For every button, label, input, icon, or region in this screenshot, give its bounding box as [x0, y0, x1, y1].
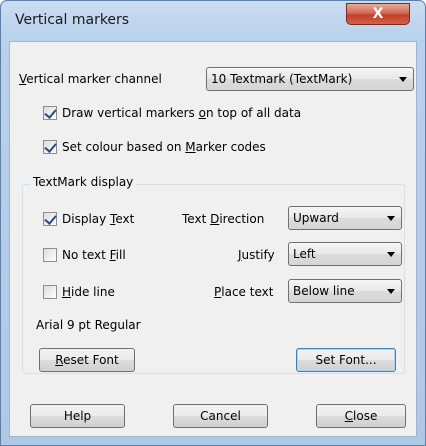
close-icon: X: [372, 6, 384, 22]
display-text-label[interactable]: Display Text: [62, 212, 134, 226]
dialog-body: Vertical marker channel 10 Textmark (Tex…: [9, 41, 417, 437]
draw-on-top-label[interactable]: Draw vertical markers on top of all data: [62, 106, 301, 120]
chevron-down-icon: [387, 289, 395, 294]
close-button[interactable]: Close: [316, 404, 406, 428]
channel-select[interactable]: 10 Textmark (TextMark): [206, 67, 414, 91]
colour-codes-label[interactable]: Set colour based on Marker codes: [62, 140, 266, 154]
title-bar[interactable]: Vertical markers X: [1, 1, 425, 41]
chevron-down-icon: [399, 77, 407, 82]
no-text-fill-label[interactable]: No text Fill: [62, 248, 126, 262]
place-text-value: Below line: [293, 284, 355, 298]
hide-line-checkbox[interactable]: [43, 285, 57, 299]
chevron-down-icon: [387, 216, 395, 221]
colour-codes-checkbox[interactable]: [43, 140, 57, 154]
no-text-fill-checkbox[interactable]: [43, 248, 57, 262]
chevron-down-icon: [387, 252, 395, 257]
channel-select-value: 10 Textmark (TextMark): [211, 72, 353, 86]
display-text-checkbox[interactable]: [43, 212, 57, 226]
justify-label: Justify: [238, 248, 275, 262]
place-text-label: Place text: [214, 285, 274, 299]
dialog-window: Vertical markers X Vertical marker chann…: [0, 0, 426, 446]
window-title: Vertical markers: [15, 12, 130, 28]
textmark-group-title: TextMark display: [30, 175, 137, 189]
font-info-text: Arial 9 pt Regular: [36, 318, 141, 332]
place-text-select[interactable]: Below line: [288, 279, 402, 303]
text-direction-select[interactable]: Upward: [288, 206, 402, 230]
draw-on-top-checkbox[interactable]: [43, 106, 57, 120]
channel-label: Vertical marker channel: [19, 72, 162, 86]
set-font-button[interactable]: Set Font...: [296, 348, 396, 372]
justify-select[interactable]: Left: [288, 242, 402, 266]
reset-font-button[interactable]: Reset Font: [39, 348, 135, 372]
help-button[interactable]: Help: [30, 404, 125, 428]
text-direction-label: Text Direction: [182, 212, 265, 226]
hide-line-label[interactable]: Hide line: [62, 285, 115, 299]
window-close-button[interactable]: X: [346, 3, 410, 25]
text-direction-value: Upward: [293, 211, 339, 225]
cancel-button[interactable]: Cancel: [173, 404, 268, 428]
justify-value: Left: [293, 247, 316, 261]
